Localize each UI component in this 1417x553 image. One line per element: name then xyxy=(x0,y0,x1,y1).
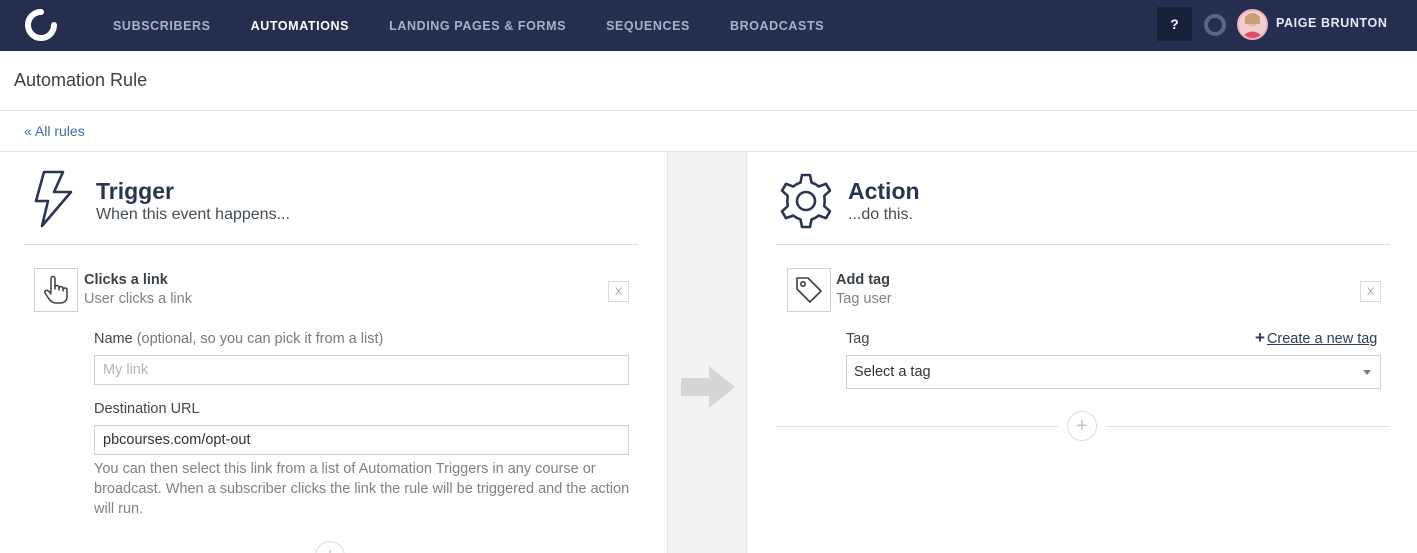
tag-icon xyxy=(796,277,822,303)
action-divider xyxy=(776,244,1390,245)
page-title: Automation Rule xyxy=(14,70,148,90)
nav-broadcasts[interactable]: BROADCASTS xyxy=(730,19,824,33)
panel-gutter xyxy=(667,152,747,553)
trigger-divider xyxy=(24,244,638,245)
destination-url-input[interactable] xyxy=(94,425,629,455)
trigger-help-text: You can then select this link from a lis… xyxy=(94,461,630,517)
avatar[interactable] xyxy=(1237,9,1268,40)
arrow-right-icon xyxy=(681,366,735,408)
add-tag-item-icon-box xyxy=(787,268,831,312)
remove-trigger-button[interactable]: X xyxy=(608,281,629,302)
add-trigger-button[interactable]: + xyxy=(315,541,345,553)
name-label-hint: (optional, so you can pick it from a lis… xyxy=(136,331,384,347)
destination-url-label: Destination URL xyxy=(94,401,200,417)
trigger-item-title: Clicks a link xyxy=(84,272,168,288)
nav-automations[interactable]: AUTOMATIONS xyxy=(251,19,350,33)
action-subtitle: ...do this. xyxy=(848,206,913,223)
action-item-title: Add tag xyxy=(836,272,890,288)
nav-sequences[interactable]: SEQUENCES xyxy=(606,19,690,33)
action-title: Action xyxy=(848,178,920,204)
user-name[interactable]: PAIGE BRUNTON xyxy=(1276,16,1388,30)
gear-icon xyxy=(780,173,832,229)
remove-action-button[interactable]: X xyxy=(1360,281,1381,302)
action-add-divider-left xyxy=(776,426,1058,427)
create-new-tag-link[interactable]: + Create a new tag xyxy=(1255,328,1378,347)
all-rules-link[interactable]: « All rules xyxy=(24,123,85,139)
add-action-button[interactable]: + xyxy=(1067,411,1097,441)
tag-select-value: Select a tag xyxy=(854,364,931,380)
pointing-hand-icon xyxy=(43,275,68,304)
user-photo-icon xyxy=(1239,11,1266,38)
lightning-bolt-icon xyxy=(34,170,73,228)
nav-subscribers[interactable]: SUBSCRIBERS xyxy=(113,19,211,33)
plus-icon: + xyxy=(1255,328,1265,347)
clicks-link-item-icon-box xyxy=(34,268,78,312)
trigger-subtitle: When this event happens... xyxy=(96,206,290,223)
tag-field-label: Tag xyxy=(846,331,870,347)
link-name-input[interactable] xyxy=(94,355,629,385)
create-new-tag-label: Create a new tag xyxy=(1266,331,1378,347)
trigger-title: Trigger xyxy=(96,178,174,204)
tag-select[interactable]: Select a tag xyxy=(846,355,1381,389)
nav-landing-pages-forms[interactable]: LANDING PAGES & FORMS xyxy=(389,19,566,33)
top-navbar: SUBSCRIBERS AUTOMATIONS LANDING PAGES & … xyxy=(0,0,1417,51)
caret-down-icon xyxy=(1363,370,1371,375)
action-item-subtitle: Tag user xyxy=(836,291,892,307)
action-add-divider-right xyxy=(1106,426,1390,427)
name-field-label: Name (optional, so you can pick it from … xyxy=(94,331,383,347)
main-nav: SUBSCRIBERS AUTOMATIONS LANDING PAGES & … xyxy=(113,0,864,51)
trigger-item-subtitle: User clicks a link xyxy=(84,291,192,307)
status-ring-icon[interactable] xyxy=(1204,14,1226,36)
header-divider xyxy=(0,110,1417,111)
name-label-text: Name xyxy=(94,331,133,347)
help-button[interactable]: ? xyxy=(1157,7,1192,41)
convertkit-logo-icon[interactable] xyxy=(24,8,58,42)
